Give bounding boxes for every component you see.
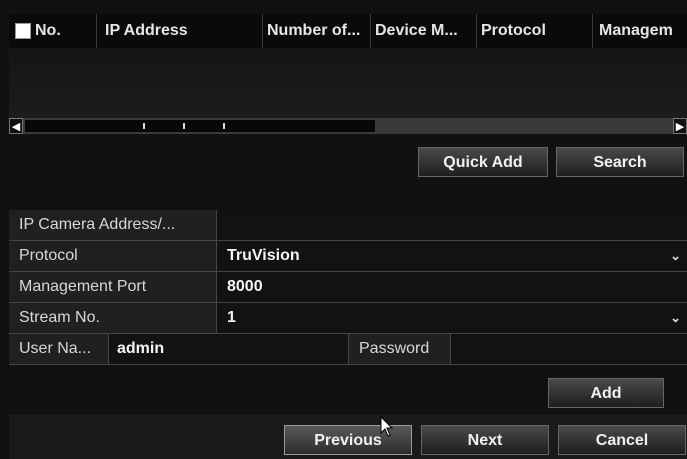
ip-address-input[interactable] bbox=[217, 210, 687, 240]
table-horizontal-scrollbar[interactable]: ◀ ▶ bbox=[9, 118, 687, 134]
scroll-thumb[interactable] bbox=[25, 120, 375, 132]
management-port-row: Management Port 8000 bbox=[9, 272, 687, 303]
add-ip-camera-dialog: No. IP Address Number of... Device M... … bbox=[0, 0, 687, 459]
grip-tick bbox=[143, 123, 145, 129]
scroll-right-icon[interactable]: ▶ bbox=[673, 118, 687, 134]
search-button[interactable]: Search bbox=[556, 147, 684, 177]
ip-address-label: IP Camera Address/... bbox=[9, 210, 217, 240]
stream-no-label: Stream No. bbox=[9, 303, 217, 333]
device-table-header: No. IP Address Number of... Device M... … bbox=[9, 14, 687, 48]
password-input[interactable] bbox=[451, 334, 687, 364]
cancel-button[interactable]: Cancel bbox=[558, 425, 686, 455]
device-table-body[interactable] bbox=[9, 48, 687, 118]
grip-tick bbox=[223, 123, 225, 129]
column-number-of[interactable]: Number of... bbox=[263, 14, 371, 48]
next-button[interactable]: Next bbox=[421, 425, 549, 455]
username-input[interactable]: admin bbox=[109, 334, 349, 364]
column-management[interactable]: Managem bbox=[593, 14, 687, 48]
footer-bar: Previous Next Cancel bbox=[9, 415, 687, 459]
scroll-left-icon[interactable]: ◀ bbox=[9, 118, 23, 134]
chevron-down-icon[interactable]: ⌄ bbox=[670, 303, 681, 333]
protocol-row: Protocol TruVision ⌄ bbox=[9, 241, 687, 272]
grip-tick bbox=[183, 123, 185, 129]
stream-no-value: 1 bbox=[227, 309, 236, 326]
column-device-model[interactable]: Device M... bbox=[371, 14, 477, 48]
quick-add-button[interactable]: Quick Add bbox=[418, 147, 548, 177]
add-button[interactable]: Add bbox=[548, 378, 664, 408]
ip-address-row: IP Camera Address/... bbox=[9, 210, 687, 241]
stream-no-select[interactable]: 1 ⌄ bbox=[217, 303, 687, 333]
management-port-input[interactable]: 8000 bbox=[217, 272, 687, 302]
column-no-label: No. bbox=[35, 22, 61, 39]
chevron-down-icon[interactable]: ⌄ bbox=[670, 241, 681, 271]
credentials-row: User Na... admin Password bbox=[9, 334, 687, 365]
column-protocol[interactable]: Protocol bbox=[477, 14, 593, 48]
stream-no-row: Stream No. 1 ⌄ bbox=[9, 303, 687, 334]
password-label: Password bbox=[349, 334, 451, 364]
column-no[interactable]: No. bbox=[9, 14, 97, 48]
protocol-label: Protocol bbox=[9, 241, 217, 271]
username-label: User Na... bbox=[9, 334, 109, 364]
management-port-label: Management Port bbox=[9, 272, 217, 302]
protocol-select[interactable]: TruVision ⌄ bbox=[217, 241, 687, 271]
mouse-pointer-icon bbox=[380, 416, 394, 437]
select-all-checkbox[interactable] bbox=[15, 23, 31, 39]
protocol-value: TruVision bbox=[227, 247, 300, 264]
column-ip-address[interactable]: IP Address bbox=[97, 14, 263, 48]
